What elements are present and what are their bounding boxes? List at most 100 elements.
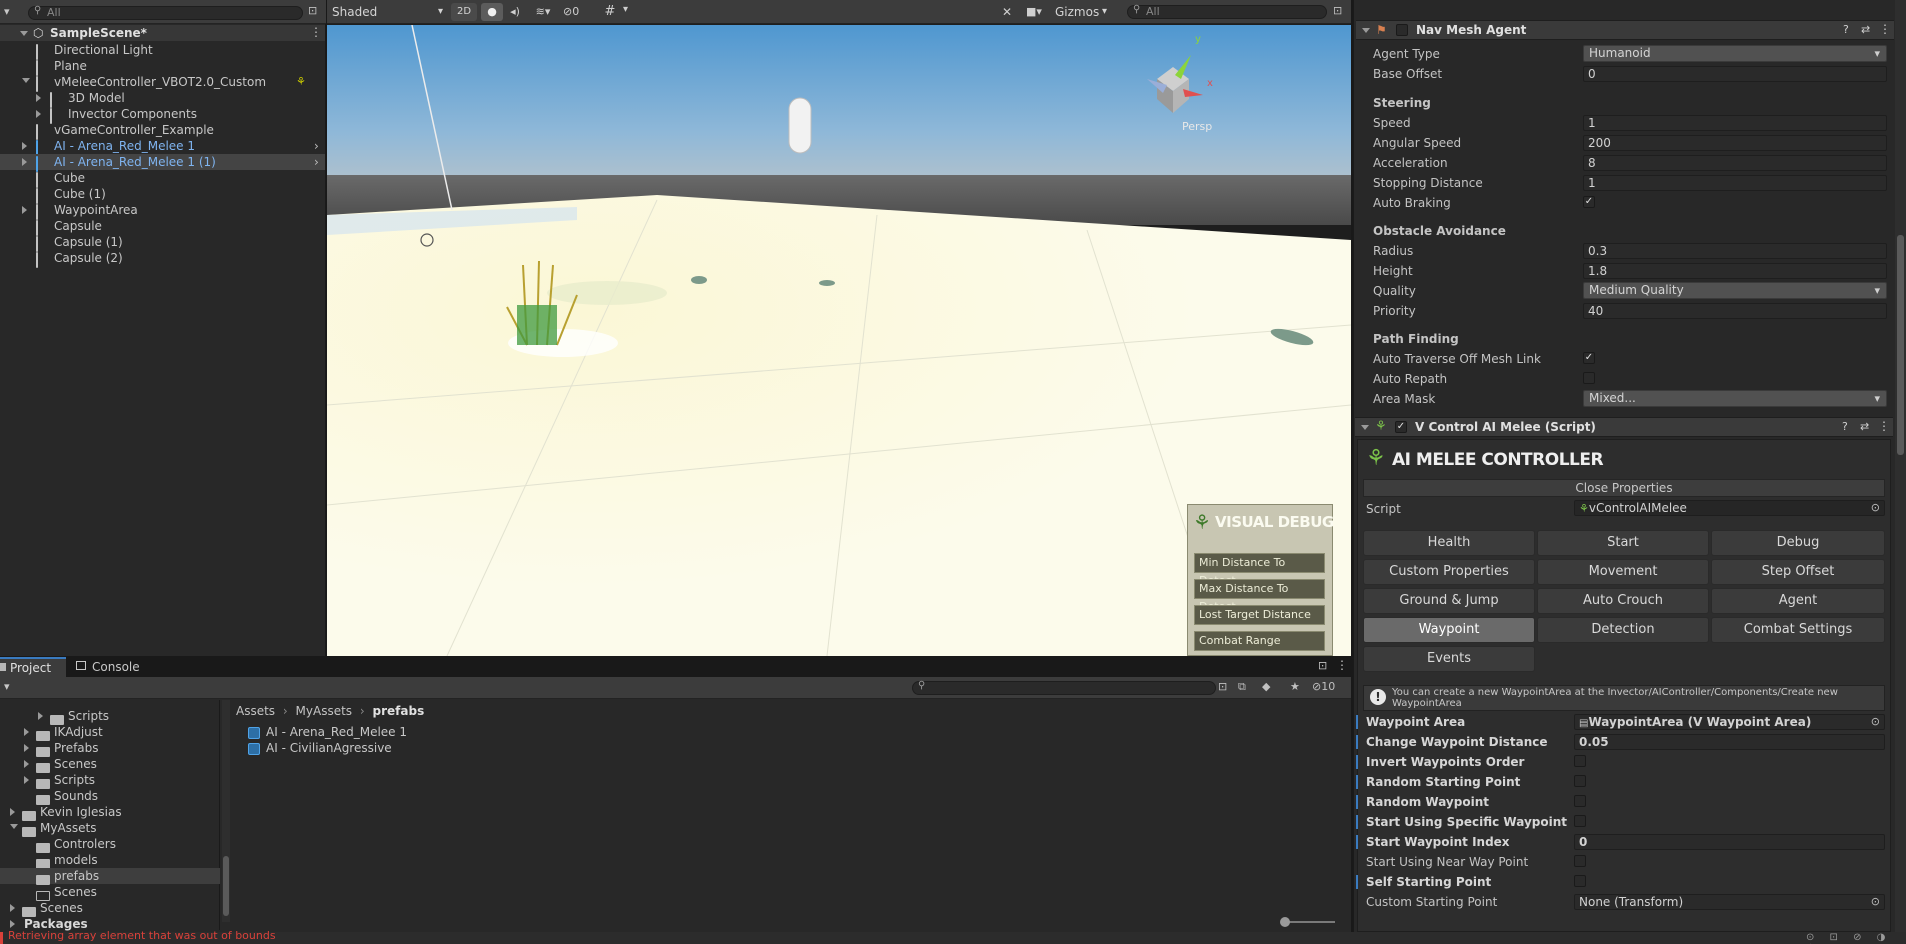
- section-button[interactable]: Custom Properties: [1363, 559, 1535, 585]
- hidden-packages-toggle[interactable]: ⊘10: [1312, 680, 1335, 693]
- visual-debug-button[interactable]: Max Distance To Detect: [1194, 579, 1325, 613]
- add-dropdown-icon[interactable]: ▾: [4, 5, 10, 18]
- icon-size-slider[interactable]: [1280, 917, 1335, 927]
- object-picker-icon[interactable]: ⊙: [1871, 501, 1880, 515]
- collapsed-arrow-icon[interactable]: [38, 712, 43, 720]
- tab-project[interactable]: Project: [0, 657, 66, 677]
- section-button[interactable]: Waypoint: [1363, 617, 1535, 643]
- project-folder-item[interactable]: MyAssets: [0, 820, 220, 837]
- collapsed-arrow-icon[interactable]: [10, 920, 15, 928]
- persp-label[interactable]: Persp: [1182, 120, 1212, 133]
- project-folder-item[interactable]: Scenes: [0, 756, 220, 773]
- visual-debug-button[interactable]: Min Distance To Detect: [1194, 553, 1325, 587]
- project-folder-item[interactable]: IKAdjust: [0, 724, 220, 741]
- tools-icon[interactable]: ✕: [997, 3, 1017, 21]
- object-picker-icon[interactable]: ⊙: [1871, 895, 1880, 909]
- project-folder-item[interactable]: Controlers: [0, 836, 220, 853]
- breadcrumb-item-myassets[interactable]: MyAssets: [296, 704, 353, 718]
- hierarchy-item[interactable]: Capsule (1): [0, 234, 325, 252]
- hierarchy-item[interactable]: Cube (1): [0, 186, 325, 204]
- project-tree-scrollbar[interactable]: [222, 700, 230, 922]
- hierarchy-item[interactable]: Invector Components: [0, 106, 325, 124]
- file-item[interactable]: AI - Arena_Red_Melee 1: [248, 724, 407, 740]
- section-button[interactable]: Events: [1363, 646, 1535, 672]
- section-button[interactable]: Detection: [1537, 617, 1709, 643]
- auto-traverse-checkbox[interactable]: ✓: [1583, 352, 1595, 364]
- breadcrumb-item-prefabs[interactable]: prefabs: [373, 704, 425, 718]
- hierarchy-item[interactable]: vMeleeController_VBOT2.0_Custom ⚘: [0, 74, 325, 92]
- project-folder-item[interactable]: Scenes: [0, 884, 220, 901]
- favorite-icon[interactable]: ★: [1290, 680, 1300, 693]
- start-specific-waypoint-checkbox[interactable]: [1574, 815, 1586, 827]
- lock-search-icon[interactable]: ⊡: [1333, 4, 1342, 17]
- camera-icon[interactable]: ■▾: [1021, 3, 1047, 21]
- create-dropdown-icon[interactable]: ▾: [4, 680, 10, 693]
- project-folder-item[interactable]: Prefabs: [0, 740, 220, 757]
- gizmos-dropdown[interactable]: Gizmos ▾: [1051, 3, 1109, 21]
- project-folder-item[interactable]: Sounds: [0, 788, 220, 805]
- file-item[interactable]: AI - CivilianAgressive: [248, 740, 392, 756]
- section-button[interactable]: Auto Crouch: [1537, 588, 1709, 614]
- collapsed-arrow-icon[interactable]: [36, 110, 41, 118]
- help-icon[interactable]: ?: [1842, 420, 1848, 433]
- priority-field[interactable]: 40: [1583, 303, 1887, 319]
- open-prefab-icon[interactable]: ›: [314, 154, 319, 170]
- open-prefab-icon[interactable]: ›: [314, 138, 319, 154]
- acceleration-field[interactable]: 8: [1583, 155, 1887, 171]
- filter-type-icon[interactable]: ⧉: [1238, 680, 1246, 694]
- start-near-waypoint-checkbox[interactable]: [1574, 855, 1586, 867]
- stopping-distance-field[interactable]: 1: [1583, 175, 1887, 191]
- collapse-arrow-icon[interactable]: [20, 31, 28, 36]
- more-options-icon[interactable]: ⋮: [1879, 22, 1891, 36]
- hierarchy-item[interactable]: 3D Model: [0, 90, 325, 108]
- shading-mode-dropdown[interactable]: Shaded ▾: [329, 4, 447, 20]
- preset-icon[interactable]: ⇄: [1860, 420, 1869, 433]
- collapsed-arrow-icon[interactable]: [22, 142, 27, 150]
- start-waypoint-index-field[interactable]: 0: [1574, 834, 1885, 850]
- lock-search-icon[interactable]: ⊡: [308, 4, 317, 17]
- expanded-arrow-icon[interactable]: [10, 824, 18, 829]
- hierarchy-item[interactable]: Capsule (2): [0, 250, 325, 268]
- auto-repath-checkbox[interactable]: [1583, 372, 1595, 384]
- grid-dropdown-icon[interactable]: ▾: [623, 4, 628, 15]
- invert-waypoints-checkbox[interactable]: [1574, 755, 1586, 767]
- visual-debug-button[interactable]: Lost Target Distance: [1194, 605, 1325, 625]
- scrollbar-thumb[interactable]: [223, 856, 229, 916]
- collapsed-arrow-icon[interactable]: [24, 728, 29, 736]
- section-button[interactable]: Start: [1537, 530, 1709, 556]
- more-options-icon[interactable]: ⋮: [310, 25, 322, 39]
- breadcrumb-item-assets[interactable]: Assets: [236, 704, 275, 718]
- more-options-icon[interactable]: ⋮: [1336, 658, 1348, 672]
- section-button[interactable]: Debug: [1711, 530, 1885, 556]
- hierarchy-item[interactable]: Capsule: [0, 218, 325, 236]
- hierarchy-item[interactable]: Cube: [0, 170, 325, 188]
- project-search-input[interactable]: ⚲: [912, 680, 1216, 695]
- lighting-toggle-icon[interactable]: ●: [481, 3, 503, 21]
- section-button[interactable]: Agent: [1711, 588, 1885, 614]
- status-message[interactable]: Retrieving array element that was out of…: [8, 929, 276, 942]
- project-folder-item[interactable]: prefabs: [0, 868, 220, 885]
- collapsed-arrow-icon[interactable]: [24, 776, 29, 784]
- audio-toggle-icon[interactable]: ◂): [505, 3, 525, 21]
- project-folder-item[interactable]: Scripts: [0, 708, 220, 725]
- collapsed-arrow-icon[interactable]: [36, 94, 41, 102]
- foldout-arrow-icon[interactable]: [1362, 28, 1370, 33]
- grid-toggle-icon[interactable]: #: [599, 3, 621, 21]
- speed-field[interactable]: 1: [1583, 115, 1887, 131]
- ai-melee-header[interactable]: ⚘ ✓ V Control AI Melee (Script) ? ⇄ ⋮: [1355, 417, 1893, 437]
- foldout-arrow-icon[interactable]: [1361, 425, 1369, 430]
- toggle-2d-button[interactable]: 2D: [451, 3, 477, 21]
- slider-thumb[interactable]: [1280, 917, 1290, 927]
- collapsed-arrow-icon[interactable]: [10, 904, 15, 912]
- lock-icon[interactable]: ⊡: [1318, 659, 1327, 672]
- quality-dropdown[interactable]: Medium Quality: [1583, 282, 1887, 299]
- waypoint-area-field[interactable]: ▤WaypointArea (V Waypoint Area) ⊙: [1574, 714, 1885, 730]
- section-button[interactable]: Ground & Jump: [1363, 588, 1535, 614]
- visual-debug-button[interactable]: Combat Range: [1194, 631, 1325, 651]
- change-waypoint-distance-field[interactable]: 0.05: [1574, 734, 1885, 750]
- area-mask-dropdown[interactable]: Mixed...: [1583, 390, 1887, 407]
- random-starting-point-checkbox[interactable]: [1574, 775, 1586, 787]
- effects-toggle-icon[interactable]: ≋▾: [527, 3, 559, 21]
- project-folder-item[interactable]: Scripts: [0, 772, 220, 789]
- inspector-scrollbar[interactable]: [1895, 0, 1906, 932]
